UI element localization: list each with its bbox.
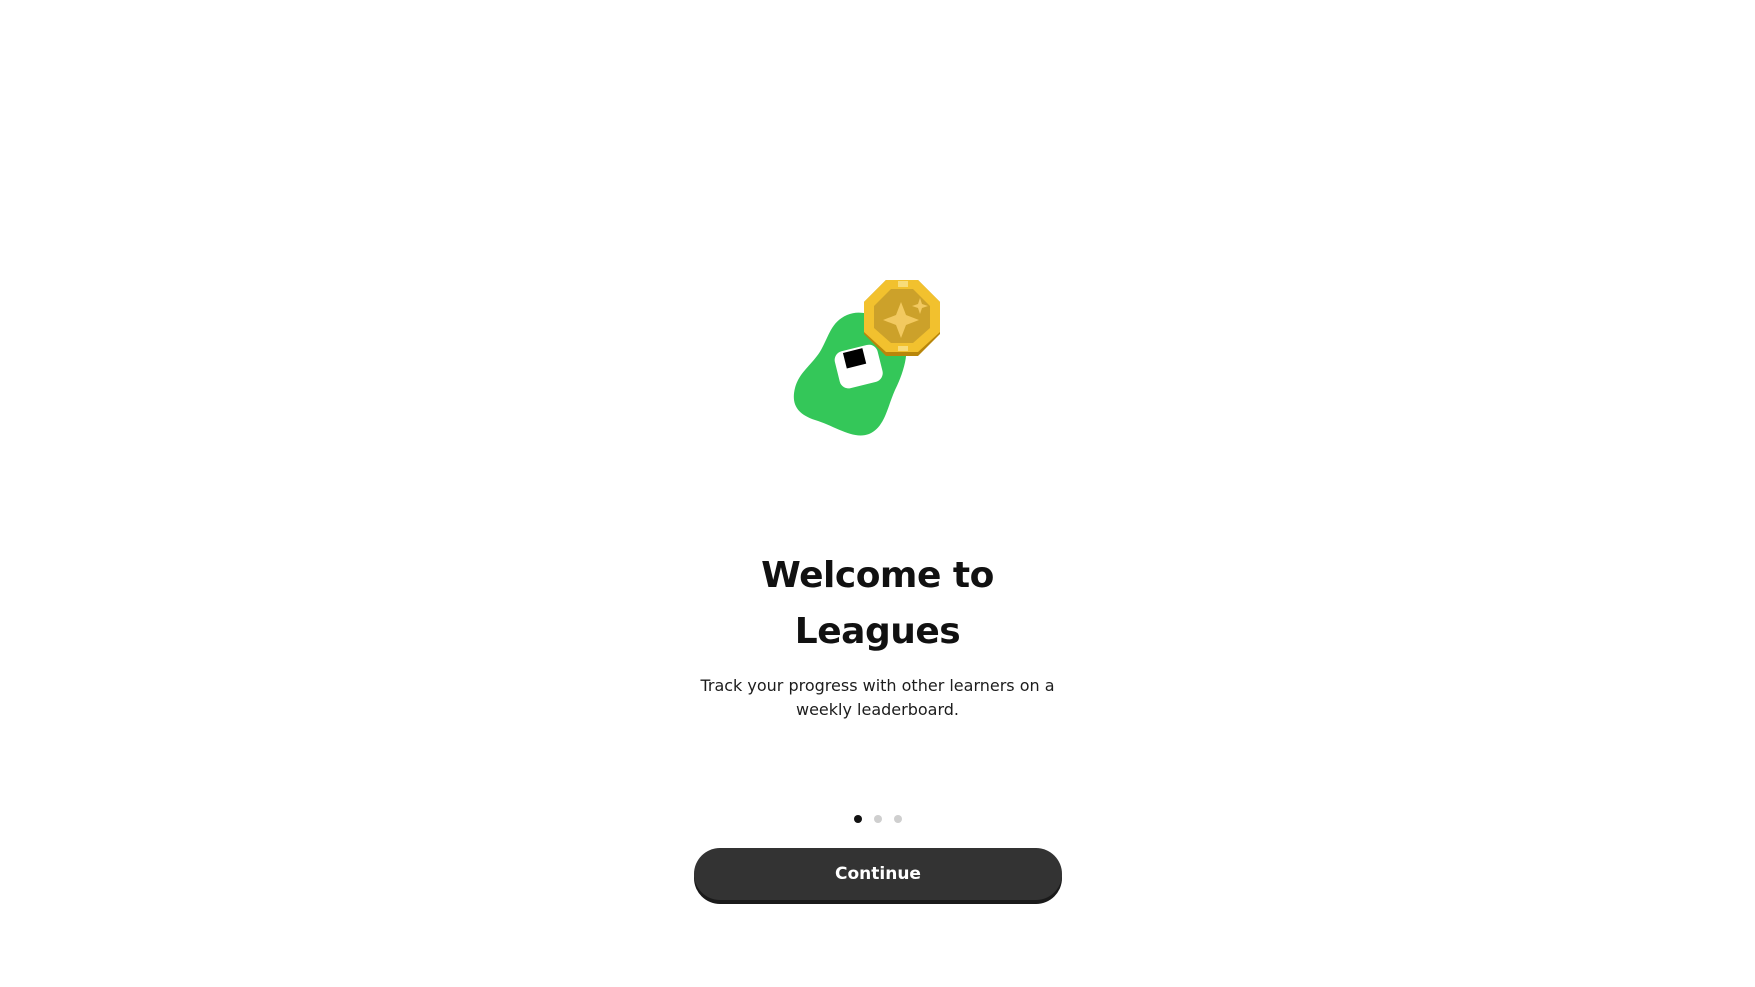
title-line-1: Welcome to — [761, 555, 994, 596]
title-line-2: Leagues — [794, 611, 961, 652]
page-indicator — [0, 815, 1755, 823]
page-dot-2 — [873, 815, 882, 823]
page-title: Welcome to Leagues — [0, 548, 1755, 660]
continue-button[interactable]: Continue — [694, 848, 1062, 900]
leagues-illustration — [785, 280, 965, 455]
page-dot-3 — [893, 815, 902, 823]
page-subtitle: Track your progress with other learners … — [700, 676, 1055, 719]
onboarding-screen: Welcome to Leagues Track your progress w… — [0, 0, 1755, 987]
badge-icon — [864, 280, 940, 356]
page-dot-1 — [853, 815, 862, 823]
